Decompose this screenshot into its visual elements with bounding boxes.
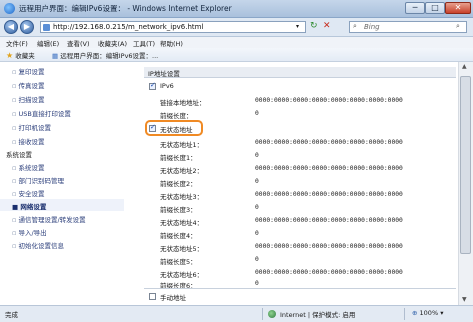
nav-comm-forwarding[interactable]: ▫ 通信管理设置/转发设置 [12,214,86,224]
stateless-prefix-value: 0 [255,152,259,159]
divider [404,308,405,320]
refresh-icon[interactable]: ↻ [310,21,318,31]
panel-header: IP地址设置 [144,67,456,78]
stateless-addr-label: 无状态地址3： [160,193,204,201]
tab-label: 远程用户界面：编辑IPv6设置：... [60,52,159,60]
manual-address-checkbox[interactable] [149,293,156,300]
stateless-addr-value: 0000:0000:0000:0000:0000:0000:0000:0000 [255,165,403,172]
stateless-addr-label: 无状态地址2： [160,167,204,175]
stateless-addr-value: 0000:0000:0000:0000:0000:0000:0000:0000 [255,191,403,198]
scroll-down-icon[interactable]: ▼ [462,296,467,303]
stateless-checkbox[interactable] [149,123,156,132]
stateless-prefix-value: 0 [255,178,259,185]
stateless-prefix-value: 0 [255,230,259,237]
panel-title: IP地址设置 [148,70,180,78]
search-go-icon[interactable]: ⌕ [456,22,460,31]
menu-edit[interactable]: 编辑(E) [37,38,59,48]
nav-import-export[interactable]: ▫ 导入/导出 [12,227,47,237]
ipv6-label: IPv6 [160,82,174,90]
nav-init-settings[interactable]: ▫ 初始化设置信息 [12,240,64,250]
close-button[interactable]: ✕ [445,2,471,14]
stateless-prefix-label: 前缀长度5： [160,258,197,266]
menu-help[interactable]: 帮助(H) [160,38,183,48]
status-text: 完成 [5,311,18,319]
nav-receive-settings[interactable]: ▫ 接收设置 [12,136,44,146]
menu-bar: 文件(F) 编辑(E) 查看(V) 收藏夹(A) 工具(T) 帮助(H) [0,37,473,48]
window-title: 远程用户界面：编辑IPv6设置： - Windows Internet Expl… [19,4,232,13]
ipv6-checkbox[interactable] [149,81,156,90]
tab-current[interactable]: ▦ 远程用户界面：编辑IPv6设置：... [52,50,158,60]
search-placeholder: Bing [364,23,380,31]
status-bar: 完成 Internet | 保护模式: 启用 ⊕ 100% ▾ [0,305,473,322]
manual-address-label: 手动地址 [160,294,186,302]
nav-department-id[interactable]: ▫ 部门识别码管理 [12,175,64,185]
divider [262,308,263,320]
forward-button[interactable]: ▶ [20,20,34,34]
dropdown-icon[interactable]: ▾ [296,23,299,30]
url-text: http://192.168.0.215/m_network_ipv6.html [53,23,204,31]
favorites-button[interactable]: ★ 收藏夹 [6,50,35,60]
page-icon [43,24,50,31]
zoom-control[interactable]: ⊕ 100% ▾ [412,309,443,317]
prefix-value: 0 [255,110,259,117]
globe-icon [268,310,276,318]
stateless-addr-value: 0000:0000:0000:0000:0000:0000:0000:0000 [255,243,403,250]
stateless-prefix-value: 0 [255,280,259,287]
link-local-value: 0000:0000:0000:0000:0000:0000:0000:0000 [255,97,403,104]
scroll-thumb[interactable] [460,76,471,254]
stateless-addr-value: 0000:0000:0000:0000:0000:0000:0000:0000 [255,217,403,224]
nav-copy-settings[interactable]: ▫ 复印设置 [12,66,44,76]
stateless-addr-label: 无状态地址6： [160,271,204,279]
nav-fax-settings[interactable]: ▫ 传真设置 [12,80,44,90]
address-bar: ◀ ▶ http://192.168.0.215/m_network_ipv6.… [0,18,473,37]
link-local-label: 链接本地地址： [160,99,206,107]
zoom-icon: ⊕ [412,309,418,317]
nav-usb-print-settings[interactable]: ▫ USB直接打印设置 [12,108,71,118]
nav-system-settings[interactable]: ▫ 系统设置 [12,162,44,172]
search-icon: ⌕ [353,22,357,30]
prefix-label: 前缀长度： [160,112,193,120]
stateless-addr-label: 无状态地址1： [160,141,204,149]
title-bar: 远程用户界面：编辑IPv6设置： - Windows Internet Expl… [0,0,473,18]
stateless-prefix-label: 前缀长度1： [160,154,197,162]
stateless-label: 无状态地址 [160,126,193,134]
nav-scan-settings[interactable]: ▫ 扫描设置 [12,94,44,104]
stateless-addr-value: 0000:0000:0000:0000:0000:0000:0000:0000 [255,269,403,276]
menu-view[interactable]: 查看(V) [67,38,90,48]
security-zone[interactable]: Internet | 保护模式: 启用 [280,309,355,319]
nav-group-system: 系统设置 [6,151,32,159]
stateless-prefix-value: 0 [255,256,259,263]
stop-icon[interactable]: ✕ [323,21,331,31]
favorites-bar: ★ 收藏夹 ▦ 远程用户界面：编辑IPv6设置：... [0,48,473,62]
scroll-up-icon[interactable]: ▲ [462,63,467,70]
stateless-addr-label: 无状态地址5： [160,245,204,253]
nav-network-settings[interactable]: ■ 网络设置 [12,201,46,211]
nav-printer-settings[interactable]: ▫ 打印机设置 [12,122,51,132]
stateless-addr-label: 无状态地址4： [160,219,204,227]
menu-tools[interactable]: 工具(T) [133,38,155,48]
stateless-addr-value: 0000:0000:0000:0000:0000:0000:0000:0000 [255,139,403,146]
stateless-prefix-label: 前缀长度2： [160,180,197,188]
stateless-prefix-value: 0 [255,204,259,211]
stateless-prefix-label: 前缀长度3： [160,206,197,214]
stateless-prefix-label: 前缀长度4： [160,232,197,240]
minimize-button[interactable]: ─ [405,2,425,14]
star-icon: ★ [6,51,14,60]
ie-icon [4,3,15,14]
page-tab-icon: ▦ [52,52,59,60]
favorites-label: 收藏夹 [15,52,35,60]
back-button[interactable]: ◀ [4,20,18,34]
url-input[interactable]: http://192.168.0.215/m_network_ipv6.html… [40,21,306,33]
divider [144,288,456,289]
search-input[interactable]: ⌕ Bing ⌕ [349,21,467,33]
menu-file[interactable]: 文件(F) [6,38,28,48]
menu-favorites[interactable]: 收藏夹(A) [98,38,127,48]
nav-security-settings[interactable]: ▫ 安全设置 [12,188,44,198]
maximize-button[interactable]: □ [425,2,445,14]
